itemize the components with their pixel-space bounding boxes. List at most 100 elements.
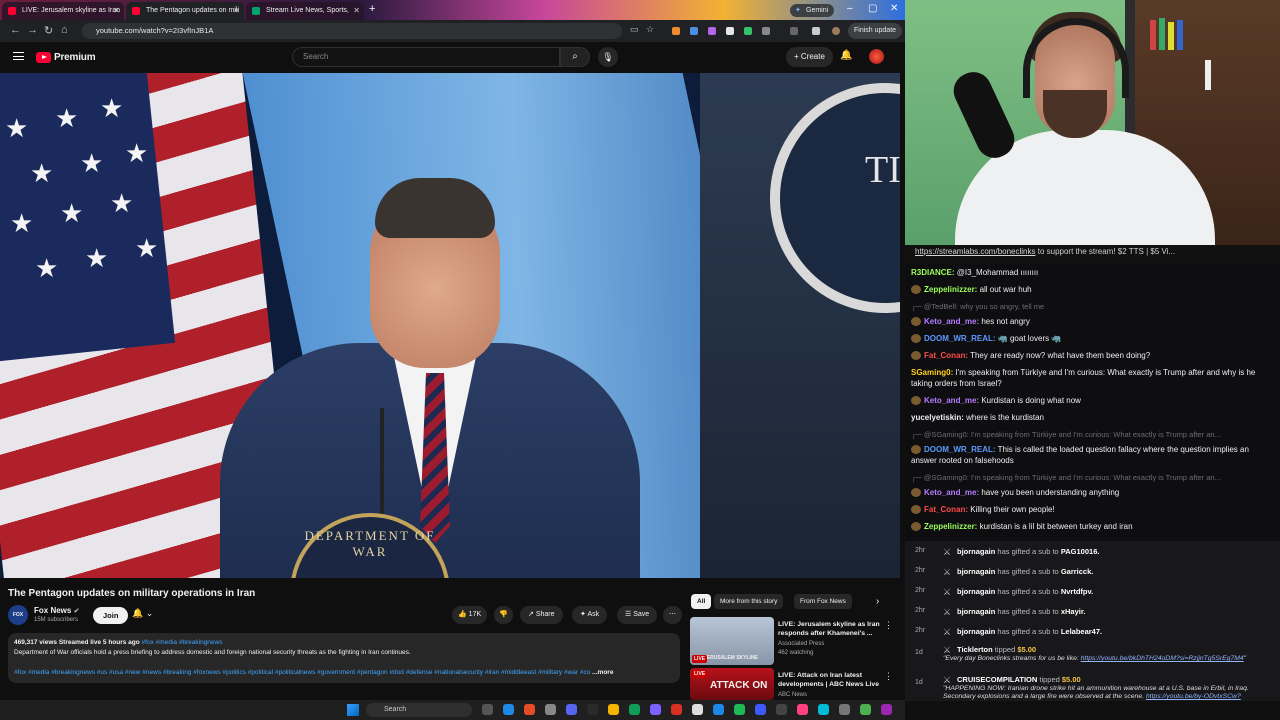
- chat-username[interactable]: Fat_Conan:: [924, 351, 968, 360]
- chat-username[interactable]: Fat_Conan:: [924, 505, 968, 514]
- close-window-icon[interactable]: ✕: [890, 3, 898, 14]
- browser-tab[interactable]: LIVE: Jerusalem skyline as Iran ✕: [2, 2, 124, 20]
- event-user[interactable]: bjornagain: [957, 567, 995, 576]
- ask-button[interactable]: ✦ Ask: [572, 606, 608, 624]
- description-box[interactable]: 469,317 views Streamed live 5 hours ago …: [8, 633, 680, 683]
- like-button[interactable]: 👍 17K: [452, 606, 488, 624]
- chat-username[interactable]: DOOM_WR_REAL:: [924, 445, 996, 454]
- chrome-icon[interactable]: [524, 704, 535, 715]
- hashtags[interactable]: #fox #media #breakingnews #us #usa #new …: [14, 668, 674, 678]
- close-tab-icon[interactable]: ✕: [233, 2, 240, 20]
- windows-start-icon[interactable]: [347, 704, 359, 716]
- event-user[interactable]: bjornagain: [957, 627, 995, 636]
- extension-icon[interactable]: [744, 27, 752, 35]
- event-target[interactable]: Lelabear47.: [1061, 627, 1102, 636]
- app-icon[interactable]: [755, 704, 766, 715]
- app-icon[interactable]: [503, 704, 514, 715]
- sidebar-icon[interactable]: [790, 27, 798, 35]
- create-button[interactable]: + Create: [786, 47, 833, 67]
- app-icon[interactable]: [839, 704, 850, 715]
- url-field[interactable]: youtube.com/watch?v=2I3vfInJB1A: [82, 23, 622, 39]
- app-icon[interactable]: [881, 704, 892, 715]
- chat-username[interactable]: Keto_and_me:: [924, 317, 979, 326]
- event-target[interactable]: Garricck.: [1061, 567, 1094, 576]
- chip-all[interactable]: All: [691, 594, 712, 609]
- voice-search-button[interactable]: 🎙: [598, 47, 618, 67]
- chat-username[interactable]: Zeppelinizzer:: [924, 285, 977, 294]
- youtube-premium-logo[interactable]: Premium: [36, 51, 96, 63]
- channel-avatar[interactable]: FOX: [8, 605, 28, 625]
- extension-icon[interactable]: [690, 27, 698, 35]
- event-user[interactable]: bjornagain: [957, 587, 995, 596]
- search-button[interactable]: ⌕: [560, 47, 590, 67]
- chip-from-fox-news[interactable]: From Fox News: [794, 594, 852, 609]
- chat-username[interactable]: R3DIANCE:: [911, 268, 955, 277]
- app-icon[interactable]: [629, 704, 640, 715]
- subscribe-bell-icon[interactable]: 🔔 ⌄: [132, 608, 153, 619]
- bookmark-star-icon[interactable]: ☆: [646, 24, 654, 35]
- app-icon[interactable]: [671, 704, 682, 715]
- account-avatar[interactable]: [869, 49, 884, 64]
- related-title[interactable]: LIVE: Jerusalem skyline as Iran responds…: [778, 620, 888, 638]
- chat-username[interactable]: Keto_and_me:: [924, 488, 979, 497]
- join-button[interactable]: Join: [93, 607, 129, 624]
- search-input[interactable]: Search: [292, 47, 560, 67]
- download-icon[interactable]: [812, 27, 820, 35]
- chat-username[interactable]: SGaming0:: [911, 368, 953, 377]
- app-icon[interactable]: [692, 704, 703, 715]
- profile-avatar-icon[interactable]: [832, 27, 840, 35]
- related-thumbnail[interactable]: ATTACK ON LIVE: [690, 668, 774, 700]
- extension-icon[interactable]: [726, 27, 734, 35]
- chevron-right-icon[interactable]: ›: [876, 596, 879, 607]
- app-icon[interactable]: [797, 704, 808, 715]
- app-icon[interactable]: [587, 704, 598, 715]
- related-more-icon[interactable]: ⋮: [884, 620, 893, 631]
- finish-update-button[interactable]: Finish update: [848, 23, 903, 39]
- extension-icon[interactable]: [672, 27, 680, 35]
- chat-username[interactable]: Keto_and_me:: [924, 396, 979, 405]
- reload-icon[interactable]: ↻: [44, 24, 53, 37]
- chip-more-from-story[interactable]: More from this story: [714, 594, 784, 609]
- maximize-icon[interactable]: ▢: [868, 3, 877, 14]
- back-icon[interactable]: ←: [10, 24, 21, 36]
- notifications-bell-icon[interactable]: 🔔: [840, 50, 852, 61]
- channel-name[interactable]: Fox News ✔: [34, 606, 79, 615]
- gemini-button[interactable]: Gemini: [790, 4, 835, 17]
- event-user[interactable]: bjornagain: [957, 547, 995, 556]
- event-target[interactable]: xHayir.: [1061, 607, 1086, 616]
- app-icon[interactable]: [818, 704, 829, 715]
- related-more-icon[interactable]: ⋮: [884, 671, 893, 682]
- browser-tab-active[interactable]: The Pentagon updates on mili ✕: [126, 2, 244, 20]
- description-hashtags[interactable]: #fox #media #breakingnews: [142, 639, 223, 646]
- related-thumbnail[interactable]: JERUSALEM SKYLINE LIVE: [690, 617, 774, 665]
- event-target[interactable]: PAG10016.: [1061, 547, 1100, 556]
- event-user[interactable]: CRUISECOMPILATION: [957, 675, 1037, 684]
- streamlabs-link[interactable]: https://streamlabs.com/boneclinks: [915, 247, 1036, 256]
- browser-tab[interactable]: Stream Live News, Sports, ✕: [246, 2, 364, 20]
- minimize-icon[interactable]: –: [847, 3, 853, 14]
- home-icon[interactable]: ⌂: [61, 24, 68, 36]
- chat-username[interactable]: DOOM_WR_REAL:: [924, 334, 996, 343]
- show-more-link[interactable]: ...more: [592, 669, 613, 676]
- event-user[interactable]: bjornagain: [957, 607, 995, 616]
- folder-icon[interactable]: [608, 704, 619, 715]
- cast-icon[interactable]: ▭: [630, 24, 639, 35]
- app-icon[interactable]: [545, 704, 556, 715]
- task-view-icon[interactable]: [482, 704, 493, 715]
- chat-username[interactable]: yucelyetiskin:: [911, 413, 964, 422]
- related-title[interactable]: LIVE: Attack on Iran latest developments…: [778, 671, 888, 689]
- spotify-icon[interactable]: [734, 704, 745, 715]
- chat-username[interactable]: Zeppelinizzer:: [924, 522, 977, 531]
- app-icon[interactable]: [713, 704, 724, 715]
- app-icon[interactable]: [776, 704, 787, 715]
- new-tab-icon[interactable]: +: [369, 3, 375, 15]
- taskbar-search[interactable]: Search: [366, 703, 472, 717]
- dislike-button[interactable]: 👎: [494, 606, 513, 624]
- tip-link[interactable]: https://youtu.be/bkDhTH24oDM?si=RzjjnTg5…: [1081, 655, 1244, 662]
- save-button[interactable]: ☰ Save: [617, 606, 658, 624]
- close-tab-icon[interactable]: ✕: [353, 2, 360, 20]
- extensions-puzzle-icon[interactable]: [762, 27, 770, 35]
- app-icon[interactable]: [860, 704, 871, 715]
- forward-icon[interactable]: →: [27, 24, 38, 36]
- extension-icon[interactable]: [708, 27, 716, 35]
